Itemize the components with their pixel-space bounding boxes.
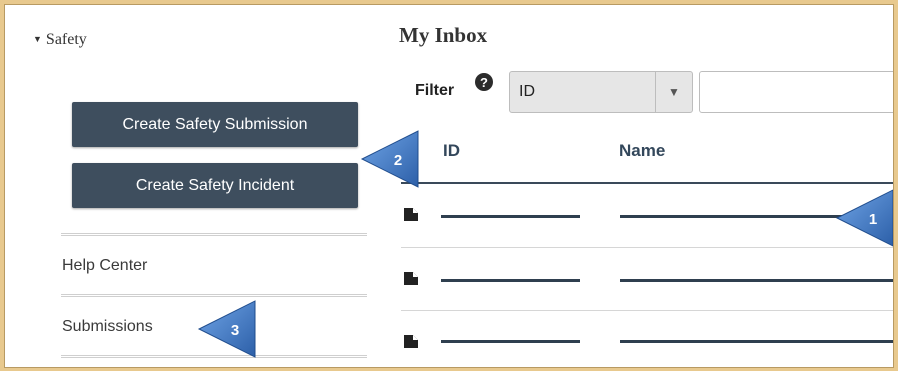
create-safety-submission-button[interactable]: Create Safety Submission xyxy=(72,102,358,147)
document-icon xyxy=(404,272,418,285)
callout-marker-1: 1 xyxy=(835,189,893,247)
sidebar-divider xyxy=(61,294,367,297)
sidebar-divider xyxy=(61,233,367,236)
select-divider xyxy=(655,72,656,112)
chevron-down-icon: ▼ xyxy=(668,85,680,99)
callout-marker-3: 3 xyxy=(197,300,256,358)
sidebar-item-submissions[interactable]: Submissions xyxy=(62,318,153,336)
safety-section-toggle[interactable]: ▼ Safety xyxy=(33,31,87,49)
create-safety-incident-button[interactable]: Create Safety Incident xyxy=(72,163,358,208)
row-divider xyxy=(401,247,893,248)
screenshot-frame: ▼ Safety Create Safety Submission Create … xyxy=(4,4,894,368)
sidebar-item-help-center[interactable]: Help Center xyxy=(62,257,147,275)
filter-label: Filter xyxy=(415,82,455,99)
safety-section-label: Safety xyxy=(45,31,87,48)
callout-number: 2 xyxy=(394,152,402,169)
redacted-id-bar xyxy=(441,340,580,343)
column-header-id[interactable]: ID xyxy=(443,141,460,161)
redacted-id-bar xyxy=(441,215,580,218)
row-divider xyxy=(401,310,893,311)
document-icon xyxy=(404,335,418,348)
filter-field-select[interactable]: ID ▼ xyxy=(509,71,693,113)
callout-number: 3 xyxy=(231,322,239,339)
page-title: My Inbox xyxy=(399,23,488,47)
table-header-rule xyxy=(401,182,893,184)
redacted-name-bar xyxy=(620,279,893,282)
caret-down-icon: ▼ xyxy=(33,34,42,44)
callout-number: 1 xyxy=(869,211,877,228)
filter-text-input[interactable] xyxy=(699,71,893,113)
redacted-name-bar xyxy=(620,340,893,343)
redacted-id-bar xyxy=(441,279,580,282)
callout-marker-2: 2 xyxy=(360,130,419,188)
help-icon[interactable]: ? xyxy=(475,73,493,91)
column-header-name[interactable]: Name xyxy=(619,141,665,161)
filter-select-value: ID xyxy=(519,83,535,100)
document-icon xyxy=(404,208,418,221)
